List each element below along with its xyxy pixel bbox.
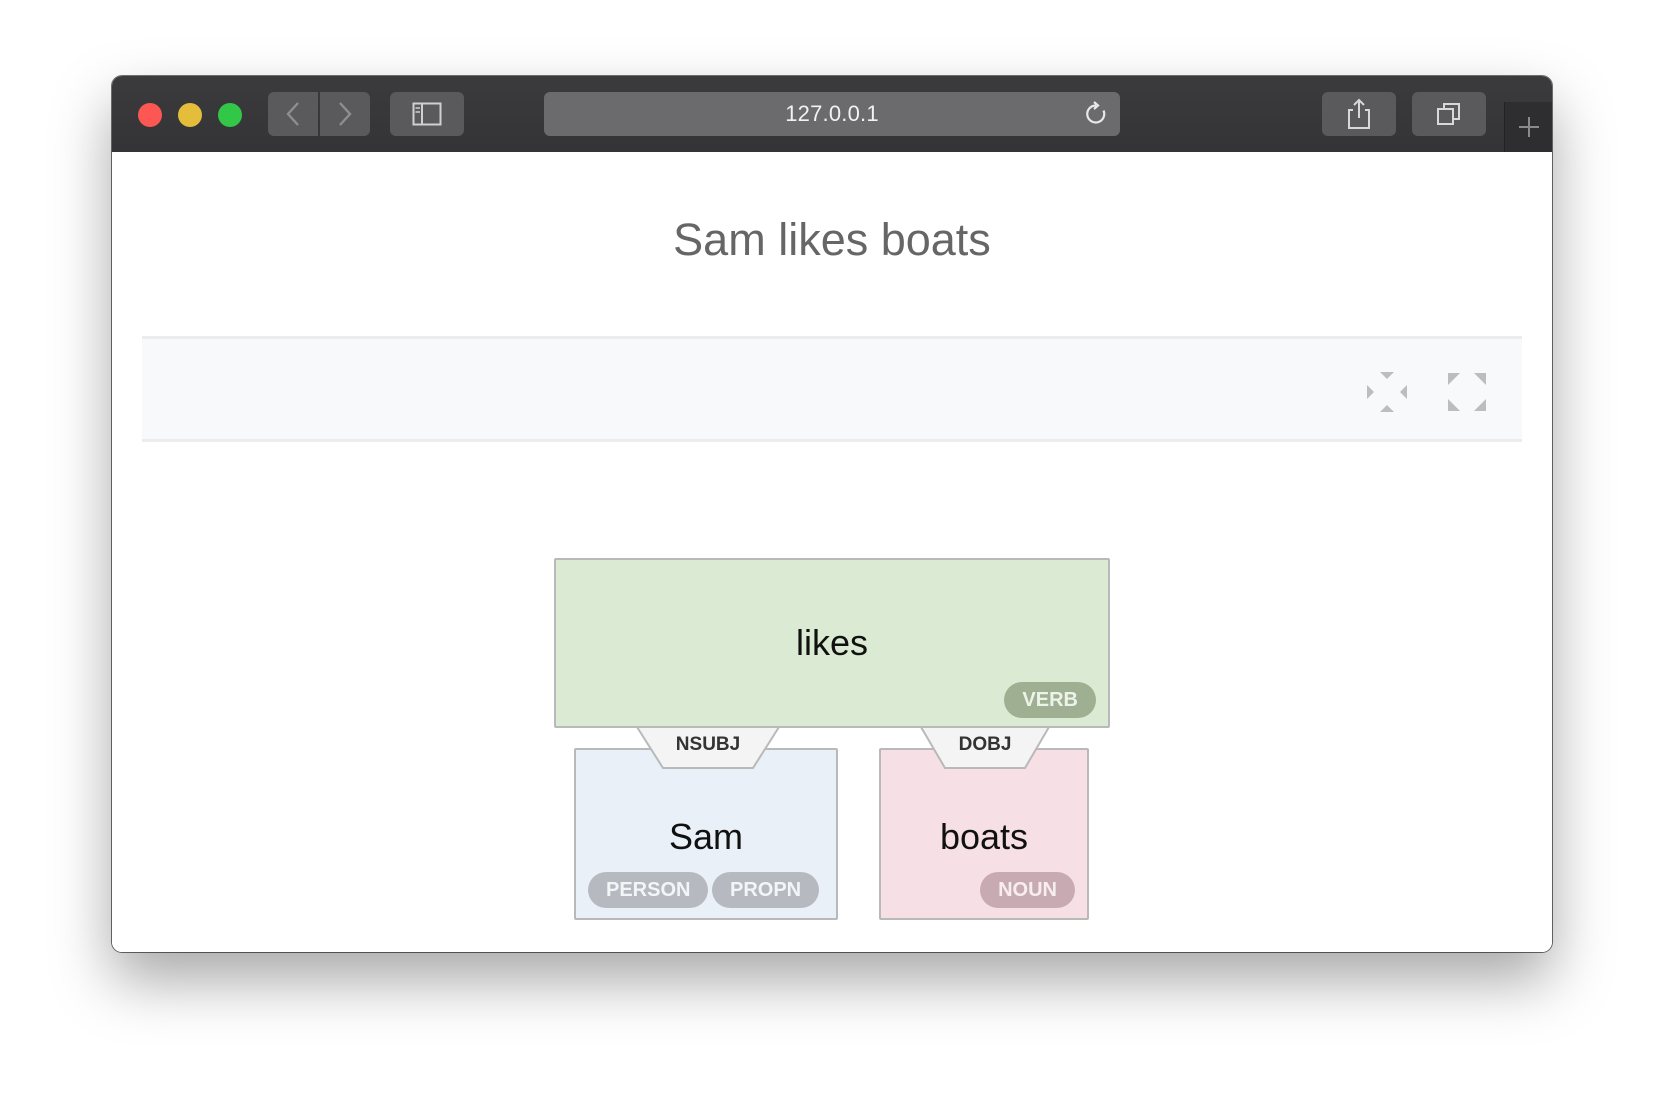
chevron-right-icon [339,102,352,126]
share-button[interactable] [1322,92,1396,136]
node-word: boats [939,816,1029,857]
show-tabs-button[interactable] [1412,92,1486,136]
reload-icon[interactable] [1082,100,1110,128]
expand-corners-icon[interactable] [1444,369,1490,415]
tag-badge-noun: NOUN [980,872,1075,908]
tabs-overview-icon [1437,103,1460,125]
browser-titlebar: 127.0.0.1 [112,76,1552,153]
address-url: 127.0.0.1 [785,101,879,126]
page-content: Sam likes boats likes VERB Sam PERSON PR… [112,152,1552,952]
minimize-window-button[interactable] [178,103,202,127]
plus-icon [1519,117,1539,137]
tree-node-sam[interactable]: Sam PERSON PROPN [574,748,838,920]
sidebar-toggle-button[interactable] [390,92,464,136]
sidebar-icon [412,102,442,126]
page-title: Sam likes boats [673,214,991,265]
new-tab-button[interactable] [1504,102,1552,152]
close-window-button[interactable] [138,103,162,127]
edge-relation-text: NSUBJ [675,734,741,755]
tag-badge-propn: PROPN [712,872,820,908]
chevron-left-icon [286,102,299,126]
tree-node-likes[interactable]: likes VERB [554,558,1110,728]
tag-badge-person: PERSON [588,872,709,908]
back-button[interactable] [268,92,318,136]
tree-node-boats[interactable]: boats NOUN [879,748,1089,920]
browser-window: 127.0.0.1 Sam likes boats likes VERB Sam… [112,76,1552,952]
tag-badge-verb: VERB [1004,682,1096,718]
zoom-window-button[interactable] [218,103,242,127]
node-word: likes [795,622,869,663]
edge-label-dobj: DOBJ [920,726,1050,770]
address-bar[interactable]: 127.0.0.1 [544,92,1120,136]
collapse-arrows-icon[interactable] [1364,369,1410,415]
node-word: Sam [668,816,744,857]
edge-label-nsubj: NSUBJ [636,726,780,770]
screenshot-stage: 127.0.0.1 Sam likes boats likes VERB Sam… [0,0,1664,1100]
edge-relation-text: DOBJ [958,734,1012,755]
tree-toolbar [142,336,1522,442]
share-icon [1348,98,1370,129]
forward-button[interactable] [320,92,370,136]
